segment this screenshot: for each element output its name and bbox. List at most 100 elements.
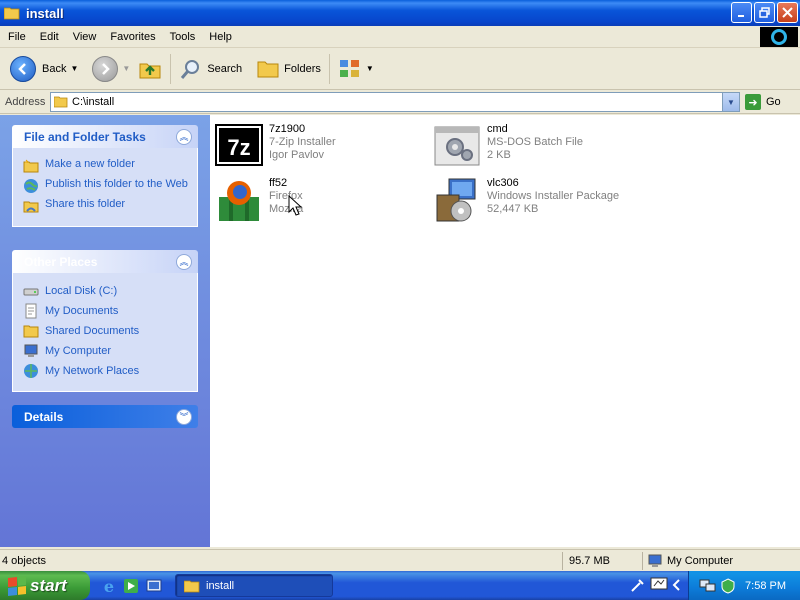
file-folder-tasks-header[interactable]: File and Folder Tasks ︽ <box>12 125 198 148</box>
search-button[interactable]: Search <box>175 52 246 86</box>
menu-view[interactable]: View <box>67 31 103 43</box>
msi-package-icon <box>436 178 476 222</box>
folders-button[interactable]: Folders <box>252 52 325 86</box>
collapse-chevron-icon[interactable]: ︽ <box>176 128 192 145</box>
place-my-computer-label: My Computer <box>45 345 112 357</box>
back-label: Back <box>42 62 67 75</box>
shared-documents-icon <box>23 325 39 338</box>
folders-label: Folders <box>284 62 321 75</box>
window-title: install <box>26 5 64 21</box>
windows-logo-icon <box>760 27 798 47</box>
place-shared-documents-label: Shared Documents <box>45 325 140 337</box>
details-title: Details <box>24 409 64 424</box>
firefox-installer-icon <box>219 181 259 221</box>
mouse-cursor-icon <box>288 195 303 216</box>
place-local-disk[interactable]: Local Disk (C:) <box>23 283 189 299</box>
file-publisher: Igor Pavlov <box>269 149 325 161</box>
file-cmd[interactable]: cmd MS-DOS Batch File 2 KB <box>433 123 633 171</box>
svg-text:7z: 7z <box>227 135 250 160</box>
back-button[interactable]: Back ▼ <box>6 52 82 86</box>
publish-web-link[interactable]: Publish this folder to the Web <box>23 178 189 194</box>
security-shield-icon[interactable] <box>720 577 736 594</box>
forward-button[interactable]: ▼ <box>88 52 134 86</box>
quicklaunch-media[interactable] <box>122 577 140 595</box>
internet-explorer-icon: e <box>104 578 114 594</box>
file-folder-tasks-panel: File and Folder Tasks ︽ Make a new folde… <box>12 125 198 227</box>
folder-icon <box>184 580 200 592</box>
address-label: Address <box>5 95 46 108</box>
views-button[interactable]: ▼ <box>334 52 378 86</box>
tray-tool-icon[interactable] <box>630 577 646 593</box>
make-new-folder-link[interactable]: Make a new folder <box>23 158 189 174</box>
details-panel: Details ︾ <box>12 405 198 428</box>
folder-icon <box>4 7 20 20</box>
address-box[interactable]: ▼ <box>50 92 740 112</box>
address-dropdown-button[interactable]: ▼ <box>722 93 739 111</box>
quicklaunch-desktop[interactable] <box>145 577 163 595</box>
menu-tools[interactable]: Tools <box>164 31 202 43</box>
details-header[interactable]: Details ︾ <box>12 405 198 428</box>
menu-edit[interactable]: Edit <box>34 31 65 43</box>
taskbar-button-label: install <box>206 579 235 592</box>
place-network[interactable]: My Network Places <box>23 363 189 379</box>
file-folder-tasks-title: File and Folder Tasks <box>24 129 146 144</box>
restore-button[interactable] <box>754 2 775 23</box>
file-vlc306[interactable]: vlc306 Windows Installer Package 52,447 … <box>433 177 633 225</box>
menu-help[interactable]: Help <box>203 31 238 43</box>
svg-text:e: e <box>104 578 114 594</box>
clock[interactable]: 7:58 PM <box>745 580 786 592</box>
menu-favorites[interactable]: Favorites <box>104 31 161 43</box>
local-disk-icon <box>23 288 39 296</box>
views-dropdown-icon: ▼ <box>365 64 374 73</box>
tray-display-icon[interactable] <box>650 577 668 593</box>
place-network-label: My Network Places <box>45 365 140 377</box>
expand-chevron-icon[interactable]: ︾ <box>176 408 192 425</box>
new-folder-icon <box>23 159 39 173</box>
other-places-title: Other Places <box>24 254 98 269</box>
search-label: Search <box>207 62 243 75</box>
publish-web-icon <box>24 179 38 193</box>
network-connection-icon[interactable] <box>699 578 717 594</box>
share-folder-icon <box>23 201 39 213</box>
go-button[interactable]: ➜ Go <box>745 92 781 112</box>
title-bar: install <box>0 0 800 26</box>
file-name: cmd <box>487 123 508 135</box>
publish-web-label: Publish this folder to the Web <box>45 178 188 190</box>
task-pane: File and Folder Tasks ︽ Make a new folde… <box>0 115 210 547</box>
file-list-area: 7z 7z1900 7-Zip Installer Igor Pavlov cm… <box>210 115 800 547</box>
place-my-computer[interactable]: My Computer <box>23 343 189 359</box>
forward-dropdown-icon[interactable]: ▼ <box>122 64 130 73</box>
tray-arrow-icon[interactable] <box>672 579 682 591</box>
file-size: 52,447 KB <box>487 203 539 215</box>
file-name: 7z1900 <box>269 123 306 135</box>
file-ff52[interactable]: ff52 Firefox Mozilla <box>215 177 415 225</box>
share-folder-link[interactable]: Share this folder <box>23 198 189 214</box>
back-arrow-icon <box>10 55 36 82</box>
quicklaunch-ie[interactable]: e <box>100 577 118 595</box>
other-places-header[interactable]: Other Places ︽ <box>12 250 198 273</box>
folders-icon <box>257 61 279 77</box>
status-total-size: 95.7 MB <box>569 555 610 567</box>
file-name: ff52 <box>269 177 288 189</box>
up-folder-button[interactable] <box>134 52 166 86</box>
collapse-chevron-icon[interactable]: ︽ <box>176 253 192 270</box>
minimize-button[interactable] <box>731 2 752 23</box>
start-button[interactable]: start <box>0 571 90 600</box>
close-button[interactable] <box>777 2 798 23</box>
windows-flag-icon <box>8 575 26 596</box>
status-bar: 4 objects 95.7 MB My Computer <box>0 549 800 571</box>
status-location: My Computer <box>667 555 734 567</box>
share-folder-label: Share this folder <box>45 198 126 210</box>
close-icon <box>782 7 793 18</box>
file-7z1900[interactable]: 7z 7z1900 7-Zip Installer Igor Pavlov <box>215 123 415 171</box>
back-dropdown-icon[interactable]: ▼ <box>70 64 78 73</box>
address-input[interactable] <box>72 96 712 108</box>
minimize-icon <box>737 14 744 17</box>
place-shared-documents[interactable]: Shared Documents <box>23 323 189 339</box>
taskbar-button-install[interactable]: install <box>175 574 333 597</box>
place-my-documents[interactable]: My Documents <box>23 303 189 319</box>
menu-bar: File Edit View Favorites Tools Help <box>0 26 800 48</box>
file-type: Windows Installer Package <box>487 190 620 202</box>
menu-file[interactable]: File <box>2 31 32 43</box>
show-desktop-icon <box>146 579 162 592</box>
